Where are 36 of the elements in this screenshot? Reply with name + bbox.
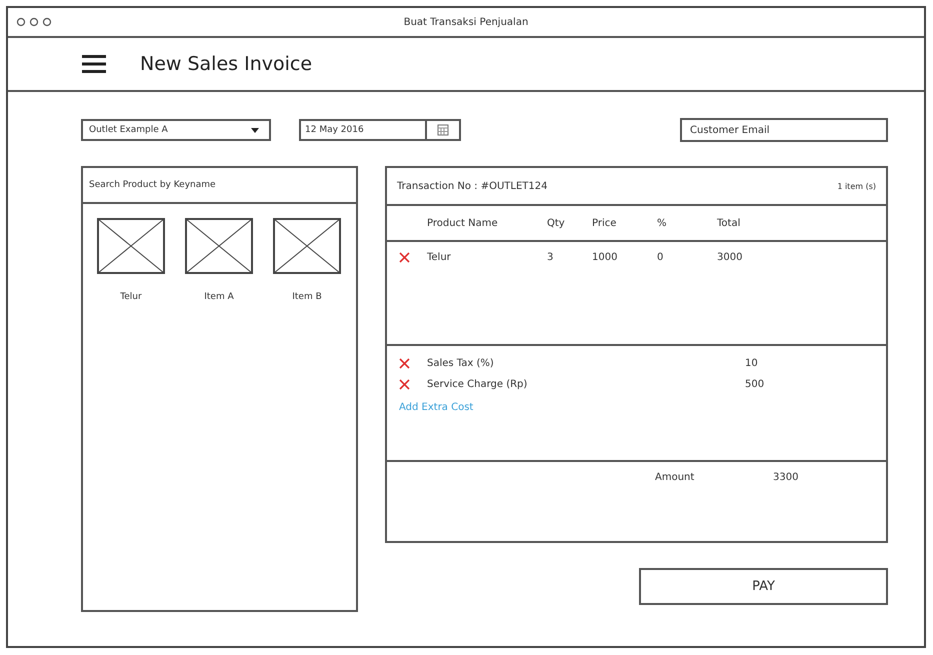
calendar-icon[interactable] bbox=[437, 124, 449, 136]
table-cell-text: 3 bbox=[547, 252, 554, 263]
extra-cost-value: 10 bbox=[745, 358, 759, 369]
extra-cost-value: 500 bbox=[745, 379, 766, 390]
column-header: Price bbox=[592, 218, 618, 228]
image-placeholder[interactable] bbox=[273, 218, 341, 274]
product-name: Item A bbox=[204, 292, 234, 302]
table-cell-text: 1000 bbox=[592, 252, 618, 263]
image-placeholder[interactable] bbox=[97, 218, 165, 274]
table-cell-text: 3000 bbox=[717, 252, 744, 263]
pay-button[interactable]: PAY bbox=[639, 568, 888, 605]
column-header: Total bbox=[717, 218, 742, 228]
window-title: Buat Transaksi Penjualan bbox=[404, 16, 528, 28]
delete-icon[interactable] bbox=[399, 379, 410, 390]
table-cell-text: 0 bbox=[657, 252, 664, 263]
menu-icon[interactable] bbox=[82, 54, 106, 74]
product-name: Item B bbox=[292, 292, 322, 302]
amount-label: Amount bbox=[655, 472, 696, 483]
date-field[interactable]: 12 May 2016 bbox=[299, 119, 461, 141]
transaction-number: Transaction No : #OUTLET124 bbox=[397, 180, 548, 192]
column-header: Qty bbox=[547, 218, 566, 228]
email-field[interactable]: Customer Email bbox=[680, 118, 888, 142]
table-cell-text: Telur bbox=[427, 252, 452, 263]
extra-cost-label: Service Charge (Rp) bbox=[427, 379, 528, 390]
extra-cost-label: Sales Tax (%) bbox=[427, 358, 495, 369]
outlet-dropdown[interactable]: Outlet Example A bbox=[81, 119, 271, 141]
delete-icon[interactable] bbox=[399, 358, 410, 369]
product-name: Telur bbox=[120, 292, 142, 302]
item-count: 1 item (s) bbox=[837, 182, 876, 190]
column-header: Product Name bbox=[427, 218, 499, 228]
amount-value: 3300 bbox=[773, 472, 800, 483]
caret-icon bbox=[251, 128, 259, 132]
column-header: % bbox=[657, 218, 668, 228]
page-title: New Sales Invoice bbox=[140, 53, 312, 75]
image-placeholder[interactable] bbox=[185, 218, 253, 274]
delete-icon[interactable] bbox=[399, 252, 410, 263]
